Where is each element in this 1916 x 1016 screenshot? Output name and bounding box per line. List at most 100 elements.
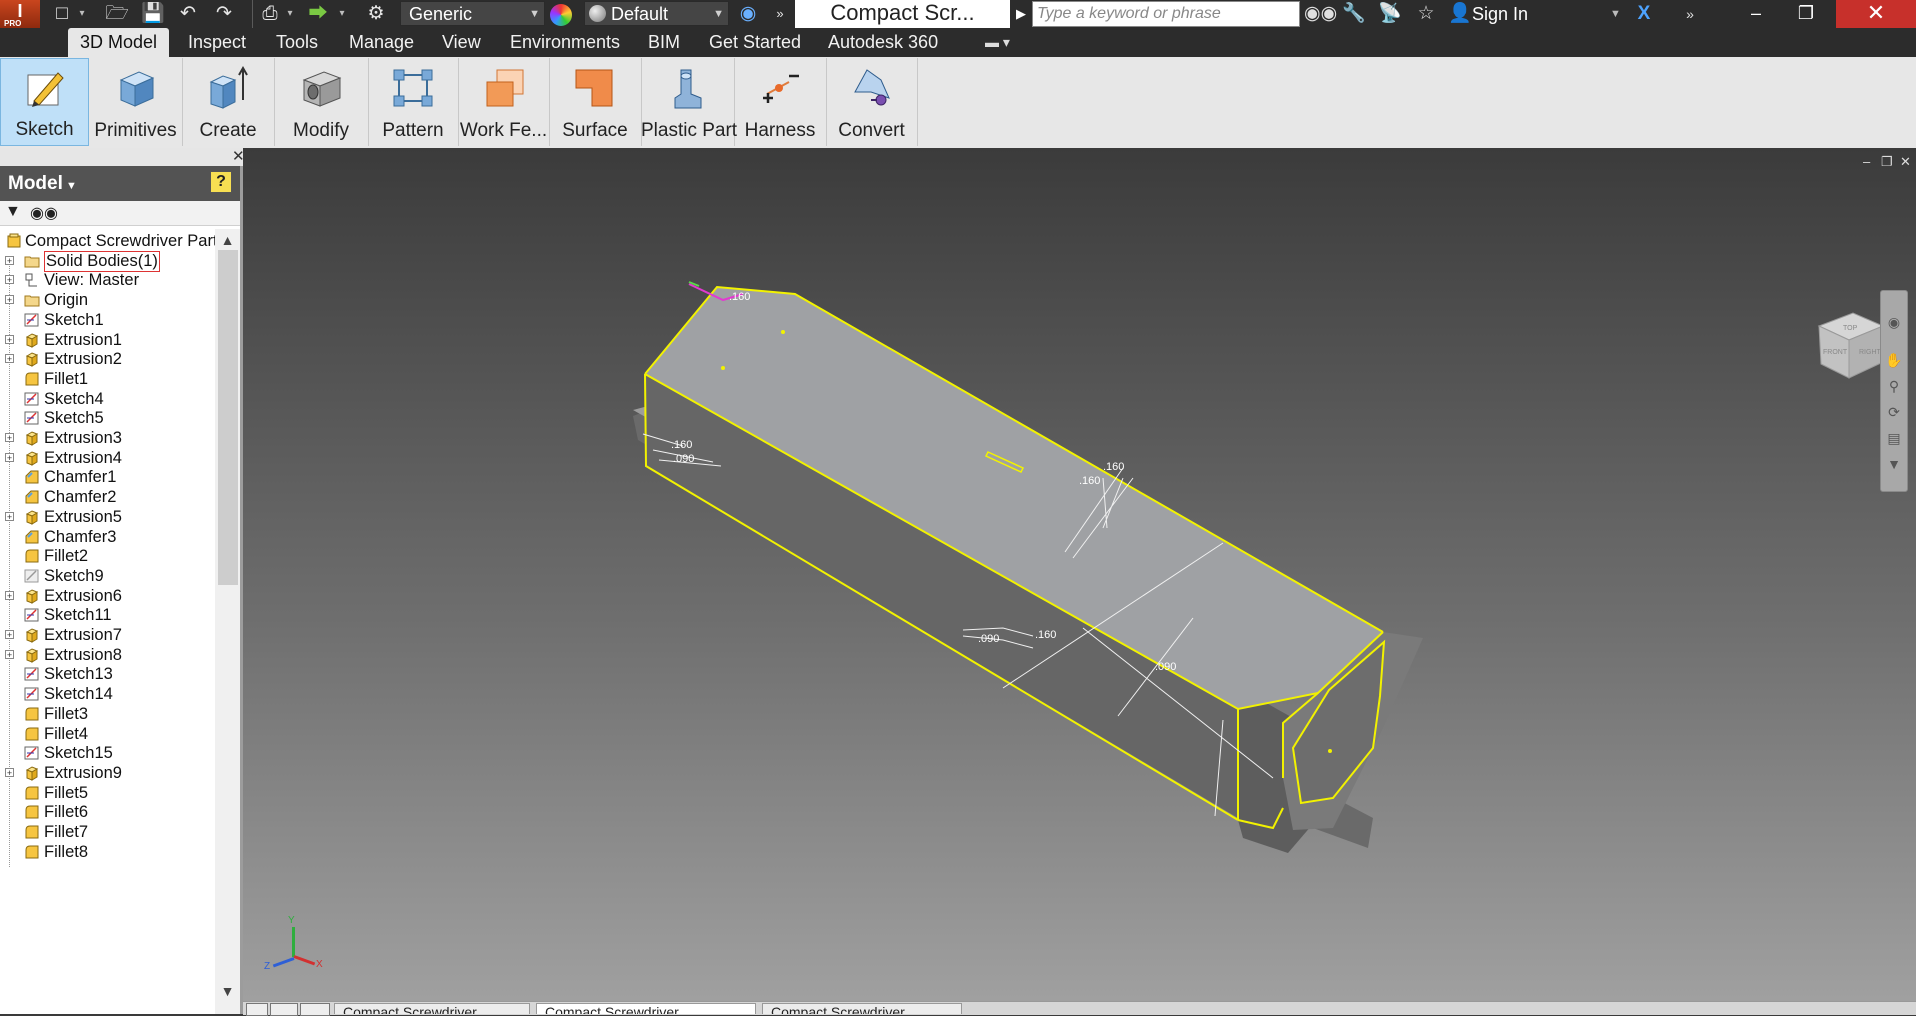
redo-icon[interactable]: ↷ — [212, 2, 236, 26]
expand-plus-icon[interactable]: + — [5, 255, 14, 265]
work-features-button[interactable]: Work Fe... — [458, 58, 550, 146]
tab-view[interactable]: View — [430, 28, 493, 57]
communication-center-icon[interactable]: 📡 — [1376, 2, 1404, 26]
title-arrow-icon[interactable]: ▶ — [1010, 0, 1032, 28]
print-dropdown-caret[interactable]: ▾ — [284, 4, 296, 24]
tab-inspect[interactable]: Inspect — [176, 28, 258, 57]
save-icon[interactable]: 💾 — [141, 2, 165, 26]
sketch-button[interactable]: Sketch — [0, 58, 89, 146]
overflow-chevron-icon[interactable]: » — [768, 2, 792, 26]
appearance-dropdown[interactable]: Default ▼ — [584, 1, 729, 26]
new-file-icon[interactable]: □ — [50, 2, 74, 26]
browser-title-dropdown[interactable]: Model ▼ — [8, 166, 77, 204]
restore-button[interactable]: ❐ — [1786, 0, 1826, 28]
tree-item-fillet8[interactable]: Fillet8 — [0, 840, 215, 864]
tile-view-icon[interactable] — [246, 1003, 268, 1016]
expand-plus-icon[interactable]: + — [5, 767, 14, 777]
filter-icon[interactable]: ▼ — [5, 203, 21, 221]
document-tab[interactable]: Compact Screwdriver... — [762, 1003, 962, 1014]
overflow-chevron-icon[interactable]: » — [1676, 2, 1704, 26]
exchange-apps-icon[interactable]: X — [1630, 2, 1658, 26]
dimension-label[interactable]: .160 — [1079, 475, 1100, 487]
expand-plus-icon[interactable]: + — [5, 433, 14, 443]
favorites-star-icon[interactable]: ☆ — [1412, 2, 1440, 26]
dimension-label[interactable]: .090 — [673, 453, 694, 465]
search-input[interactable]: Type a keyword or phrase — [1032, 1, 1300, 27]
color-wheel-icon[interactable] — [550, 4, 572, 26]
scrollbar-thumb[interactable] — [218, 250, 238, 585]
dimension-label[interactable]: .160 — [1035, 629, 1056, 641]
expand-plus-icon[interactable]: + — [5, 630, 14, 640]
viewport-minimize-icon[interactable]: – — [1863, 154, 1870, 169]
select-dropdown-caret[interactable]: ▾ — [336, 4, 348, 24]
tab-bim[interactable]: BIM — [636, 28, 692, 57]
pattern-button[interactable]: Pattern — [368, 58, 459, 146]
viewcube-right-label[interactable]: RIGHT — [1859, 349, 1882, 356]
expand-plus-icon[interactable]: + — [5, 354, 14, 364]
viewcube-front-label[interactable]: FRONT — [1823, 349, 1848, 356]
tab-environments[interactable]: Environments — [498, 28, 632, 57]
nav-options-icon[interactable]: ▼ — [1885, 455, 1903, 473]
subscription-center-icon[interactable]: 🔧 — [1340, 2, 1368, 26]
tab-tools[interactable]: Tools — [264, 28, 330, 57]
find-binoculars-icon[interactable]: ◉◉ — [30, 203, 58, 223]
dimension-label[interactable]: .090 — [978, 633, 999, 645]
tab-get-started[interactable]: Get Started — [697, 28, 813, 57]
expand-plus-icon[interactable]: + — [5, 452, 14, 462]
select-icon[interactable]: ⮕ — [306, 2, 330, 26]
zoom-icon[interactable]: ⚲ — [1885, 377, 1903, 395]
pan-hand-icon[interactable]: ✋ — [1885, 351, 1903, 369]
tab-manage[interactable]: Manage — [337, 28, 426, 57]
orbit-icon[interactable]: ⟳ — [1885, 403, 1903, 421]
update-icon[interactable]: ⚙ — [364, 2, 388, 26]
minimize-button[interactable]: – — [1736, 0, 1776, 28]
sign-in-dropdown-caret[interactable]: ▼ — [1610, 0, 1621, 28]
view-cube[interactable]: TOP FRONT RIGHT — [1817, 312, 1885, 379]
dimension-label[interactable]: .160 — [1103, 461, 1124, 473]
material-dropdown[interactable]: Generic ▼ — [400, 1, 545, 26]
viewcube-top-label[interactable]: TOP — [1843, 325, 1858, 332]
sign-in-link[interactable]: Sign In — [1472, 0, 1528, 28]
home-tab-icon[interactable] — [300, 1003, 330, 1016]
binoculars-icon[interactable]: ◉◉ — [1304, 2, 1337, 26]
expand-plus-icon[interactable]: + — [5, 649, 14, 659]
tab-autodesk-360[interactable]: Autodesk 360 — [816, 28, 950, 57]
browser-help-icon[interactable]: ? — [210, 171, 232, 193]
undo-icon[interactable]: ↶ — [176, 2, 200, 26]
dimension-label[interactable]: .160 — [671, 439, 692, 451]
harness-button[interactable]: Harness — [734, 58, 827, 146]
surface-button[interactable]: Surface — [549, 58, 642, 146]
open-folder-icon[interactable]: 🗁 — [105, 2, 129, 26]
scroll-up-arrow-icon[interactable]: ▲ — [215, 229, 240, 251]
expand-plus-icon[interactable]: + — [5, 295, 14, 305]
expand-plus-icon[interactable]: + — [5, 590, 14, 600]
scroll-down-arrow-icon[interactable]: ▼ — [215, 980, 240, 1002]
viewport-close-icon[interactable]: ✕ — [1900, 154, 1911, 170]
graphics-viewport[interactable]: .160 .160 .090 .160 .160 .090 .160 .090 … — [243, 148, 1916, 1001]
dimension-label[interactable]: .090 — [1155, 661, 1176, 673]
expand-plus-icon[interactable]: + — [5, 511, 14, 521]
document-tab[interactable]: Compact Screwdriver... — [334, 1003, 530, 1014]
create-button[interactable]: Create — [182, 58, 275, 146]
look-at-icon[interactable]: ▤ — [1885, 429, 1903, 447]
cascade-view-icon[interactable] — [270, 1003, 298, 1016]
new-dropdown-caret[interactable]: ▾ — [76, 4, 88, 24]
tab-3d-model[interactable]: 3D Model — [68, 28, 170, 57]
print-icon[interactable]: ⎙ — [258, 2, 282, 26]
expand-plus-icon[interactable]: + — [5, 334, 14, 344]
dimension-label[interactable]: .160 — [729, 291, 750, 303]
close-window-button[interactable]: ✕ — [1836, 0, 1916, 28]
expand-plus-icon[interactable]: + — [5, 275, 14, 285]
adjust-appearance-icon[interactable]: ◉ — [736, 2, 760, 26]
convert-button[interactable]: Convert — [826, 58, 918, 146]
fillet-icon — [24, 785, 40, 801]
steering-wheel-icon[interactable]: ◉ — [1885, 313, 1903, 331]
application-menu-button[interactable]: I PRO — [0, 0, 40, 28]
viewport-restore-icon[interactable]: ❐ — [1881, 154, 1893, 170]
plastic-part-button[interactable]: Plastic Part — [641, 58, 737, 146]
primitives-button[interactable]: Primitives — [89, 58, 183, 146]
document-tab-active[interactable]: Compact Screwdriver... — [536, 1003, 756, 1014]
ribbon-display-options-icon[interactable]: ▬ ▾ — [985, 28, 1010, 57]
modify-button[interactable]: Modify — [274, 58, 369, 146]
3d-model-canvas[interactable]: .160 .160 .090 .160 .160 .090 .160 .090 … — [243, 148, 1916, 1001]
